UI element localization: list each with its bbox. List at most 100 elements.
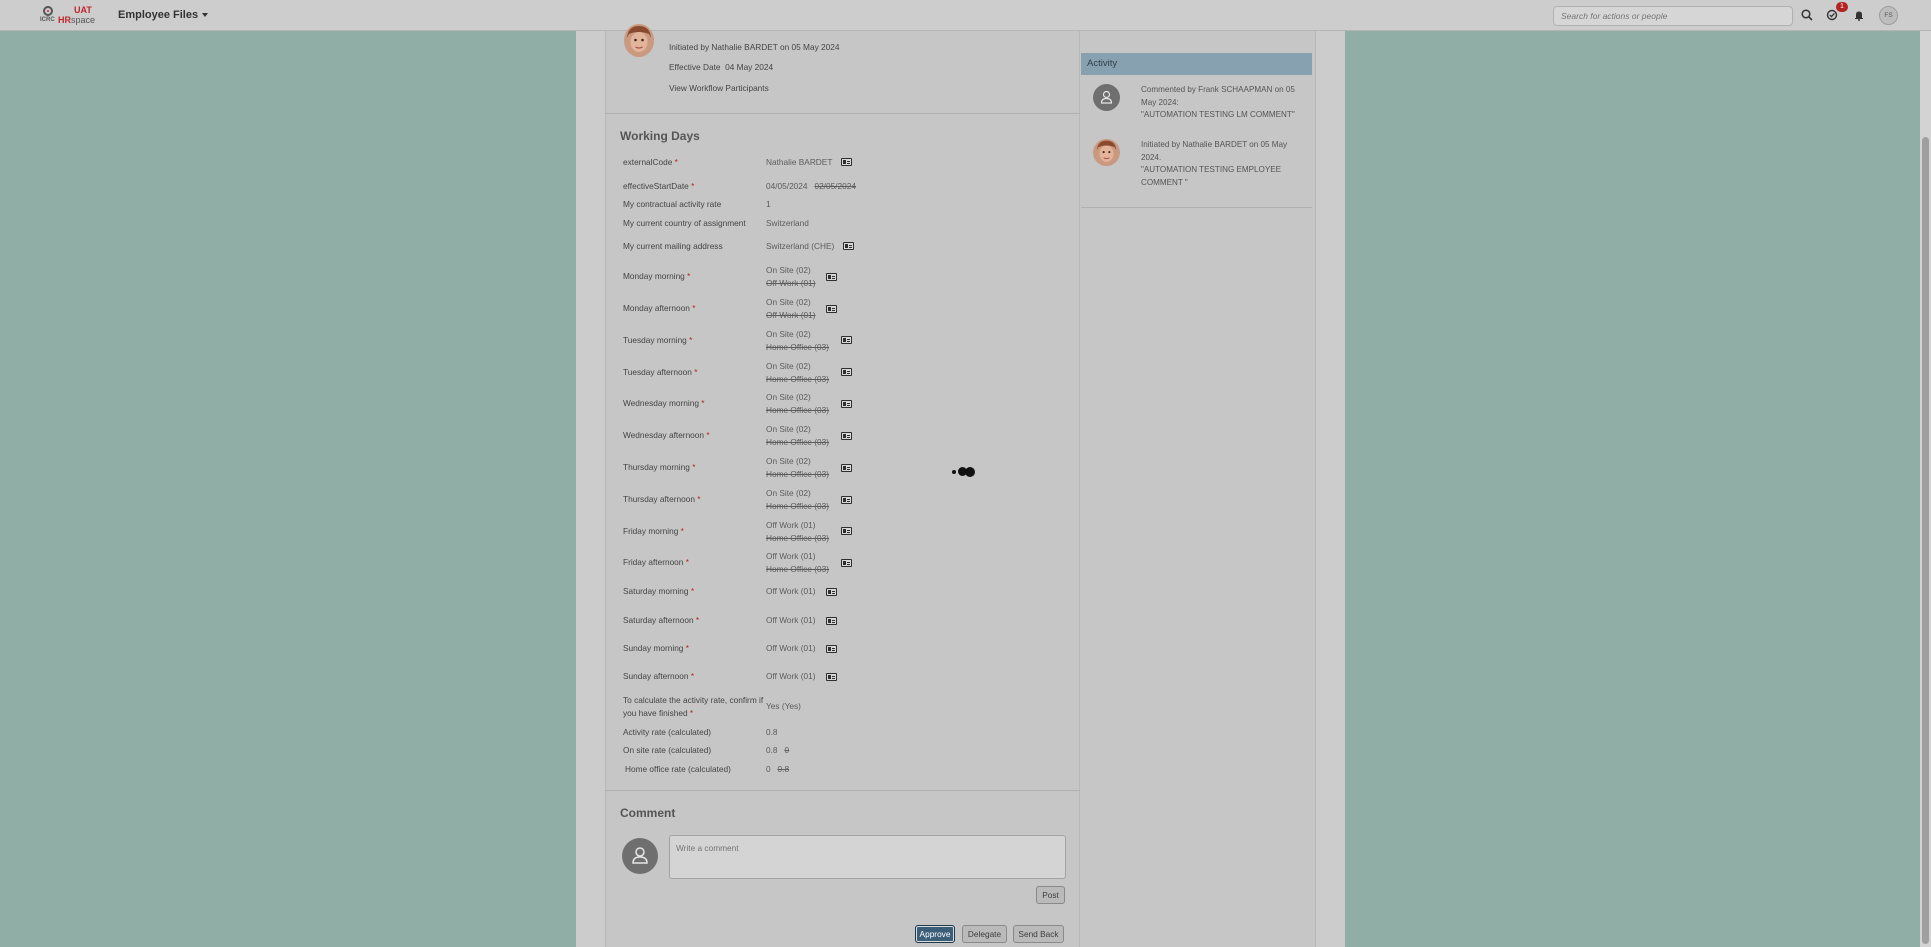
- history-icon[interactable]: [826, 305, 837, 313]
- history-icon[interactable]: [841, 400, 852, 408]
- initiated-info: Initiated by Nathalie BARDET on 05 May 2…: [669, 42, 840, 52]
- field-value: Yes (Yes): [766, 701, 801, 711]
- user-icon: [622, 838, 658, 874]
- previous-value: Home Office (03): [766, 405, 830, 415]
- divider: [605, 113, 1080, 114]
- history-icon[interactable]: [841, 464, 852, 472]
- send-back-button[interactable]: Send Back: [1013, 925, 1064, 943]
- previous-value: Home Office (03): [766, 437, 830, 447]
- previous-value: Off Work (01): [766, 278, 816, 288]
- approve-button[interactable]: Approve: [915, 925, 955, 943]
- search-icon[interactable]: [1800, 8, 1814, 22]
- working-days-title: Working Days: [620, 129, 700, 143]
- previous-value: Home Office (03): [766, 533, 830, 543]
- search-input[interactable]: [1553, 6, 1793, 26]
- field-value: On Site (02) Home Office (03): [766, 361, 830, 384]
- logo-emblem-icon: [43, 6, 53, 16]
- field-value: 0 0.8: [766, 764, 790, 774]
- field-value: Switzerland (CHE): [766, 241, 835, 251]
- effective-date-value: 04 May 2024: [725, 62, 774, 72]
- field-label: My current mailing address: [623, 241, 723, 251]
- user-avatar[interactable]: FS: [1879, 6, 1898, 25]
- previous-value: Off Work (01): [766, 310, 816, 320]
- logo-env-text: UAT: [74, 5, 92, 15]
- module-title: Employee Files: [118, 9, 199, 21]
- field-label: Home office rate (calculated): [625, 764, 731, 774]
- field-value: Off Work (01): [766, 643, 816, 653]
- comment-input[interactable]: [669, 835, 1066, 879]
- history-icon[interactable]: [826, 673, 837, 681]
- field-value: Switzerland: [766, 218, 809, 228]
- field-label: Monday morning *: [623, 271, 691, 281]
- history-icon[interactable]: [826, 588, 837, 596]
- field-value: On Site (02) Off Work (01): [766, 297, 816, 320]
- field-value: Off Work (01): [766, 586, 816, 596]
- field-label: externalCode *: [623, 157, 678, 167]
- delegate-button[interactable]: Delegate: [962, 925, 1007, 943]
- effective-date-label: Effective Date: [669, 62, 721, 72]
- logo-product-text: HRspace: [58, 15, 96, 25]
- activity-item: Commented by Frank SCHAAPMAN on 05 May 2…: [1141, 85, 1295, 119]
- chevron-down-icon: [202, 13, 209, 17]
- field-label: Tuesday afternoon *: [623, 367, 698, 377]
- previous-value: 02/05/2024: [814, 181, 856, 191]
- employee-avatar: [1093, 139, 1120, 166]
- field-label: On site rate (calculated): [623, 745, 712, 755]
- company-logo[interactable]: ICRC UAT HRspace: [40, 5, 96, 26]
- field-value: 1: [766, 199, 771, 209]
- field-value: On Site (02) Home Office (03): [766, 424, 830, 447]
- history-icon[interactable]: [841, 432, 852, 440]
- history-icon[interactable]: [841, 496, 852, 504]
- field-value: Off Work (01) Home Office (03): [766, 520, 830, 543]
- previous-value: 0.8: [777, 764, 790, 774]
- field-value: On Site (02) Home Office (03): [766, 456, 830, 479]
- field-value: On Site (02) Off Work (01): [766, 265, 816, 288]
- bell-icon[interactable]: [1852, 8, 1866, 22]
- field-label: Saturday afternoon *: [623, 615, 700, 625]
- divider: [605, 790, 1080, 791]
- module-menu[interactable]: Employee Files: [118, 9, 209, 21]
- user-icon: [1093, 84, 1120, 111]
- employee-avatar: [624, 24, 654, 57]
- activity-title: Activity: [1081, 53, 1312, 75]
- previous-value: Home Office (03): [766, 564, 830, 574]
- effective-date-info: Effective Date 04 May 2024: [669, 62, 773, 72]
- field-value: Off Work (01): [766, 671, 816, 681]
- field-label: Sunday morning *: [623, 643, 689, 653]
- field-label: Wednesday morning *: [623, 398, 705, 408]
- divider: [1081, 207, 1312, 208]
- field-label: Tuesday morning *: [623, 335, 693, 345]
- shell-bar: ICRC UAT HRspace Employee Files 1 FS: [0, 0, 1931, 31]
- field-label: Monday afternoon *: [623, 303, 696, 313]
- history-icon[interactable]: [826, 645, 837, 653]
- field-value: Off Work (01) Home Office (03): [766, 551, 830, 574]
- history-icon[interactable]: [826, 617, 837, 625]
- view-workflow-participants-link[interactable]: View Workflow Participants: [669, 83, 769, 93]
- history-icon[interactable]: [841, 559, 852, 567]
- field-value: On Site (02) Home Office (03): [766, 392, 830, 415]
- history-icon[interactable]: [843, 242, 854, 250]
- field-value: 04/05/2024 02/05/2024: [766, 181, 856, 191]
- field-value: Off Work (01): [766, 615, 816, 625]
- field-label: Saturday morning *: [623, 586, 695, 596]
- activity-item: Initiated by Nathalie BARDET on 05 May 2…: [1141, 140, 1288, 187]
- field-label: Sunday afternoon *: [623, 671, 695, 681]
- comment-title: Comment: [620, 806, 676, 820]
- logo-org-text: ICRC: [40, 17, 55, 23]
- field-label: Wednesday afternoon *: [623, 430, 710, 440]
- field-label: My contractual activity rate: [623, 199, 722, 209]
- previous-value: Home Office (03): [766, 469, 830, 479]
- post-button[interactable]: Post: [1036, 886, 1065, 904]
- history-icon[interactable]: [841, 336, 852, 344]
- field-label: My current country of assignment: [623, 218, 746, 228]
- scrollbar-thumb[interactable]: [1922, 137, 1929, 944]
- history-icon[interactable]: [841, 158, 852, 166]
- field-label: Friday afternoon *: [623, 557, 689, 567]
- field-label: Activity rate (calculated): [623, 727, 712, 737]
- field-value: 0.8 0: [766, 745, 790, 755]
- history-icon[interactable]: [841, 368, 852, 376]
- history-icon[interactable]: [841, 527, 852, 535]
- notification-badge: 1: [1836, 2, 1848, 12]
- history-icon[interactable]: [826, 273, 837, 281]
- field-label: To calculate the activity rate, confirm …: [623, 695, 764, 718]
